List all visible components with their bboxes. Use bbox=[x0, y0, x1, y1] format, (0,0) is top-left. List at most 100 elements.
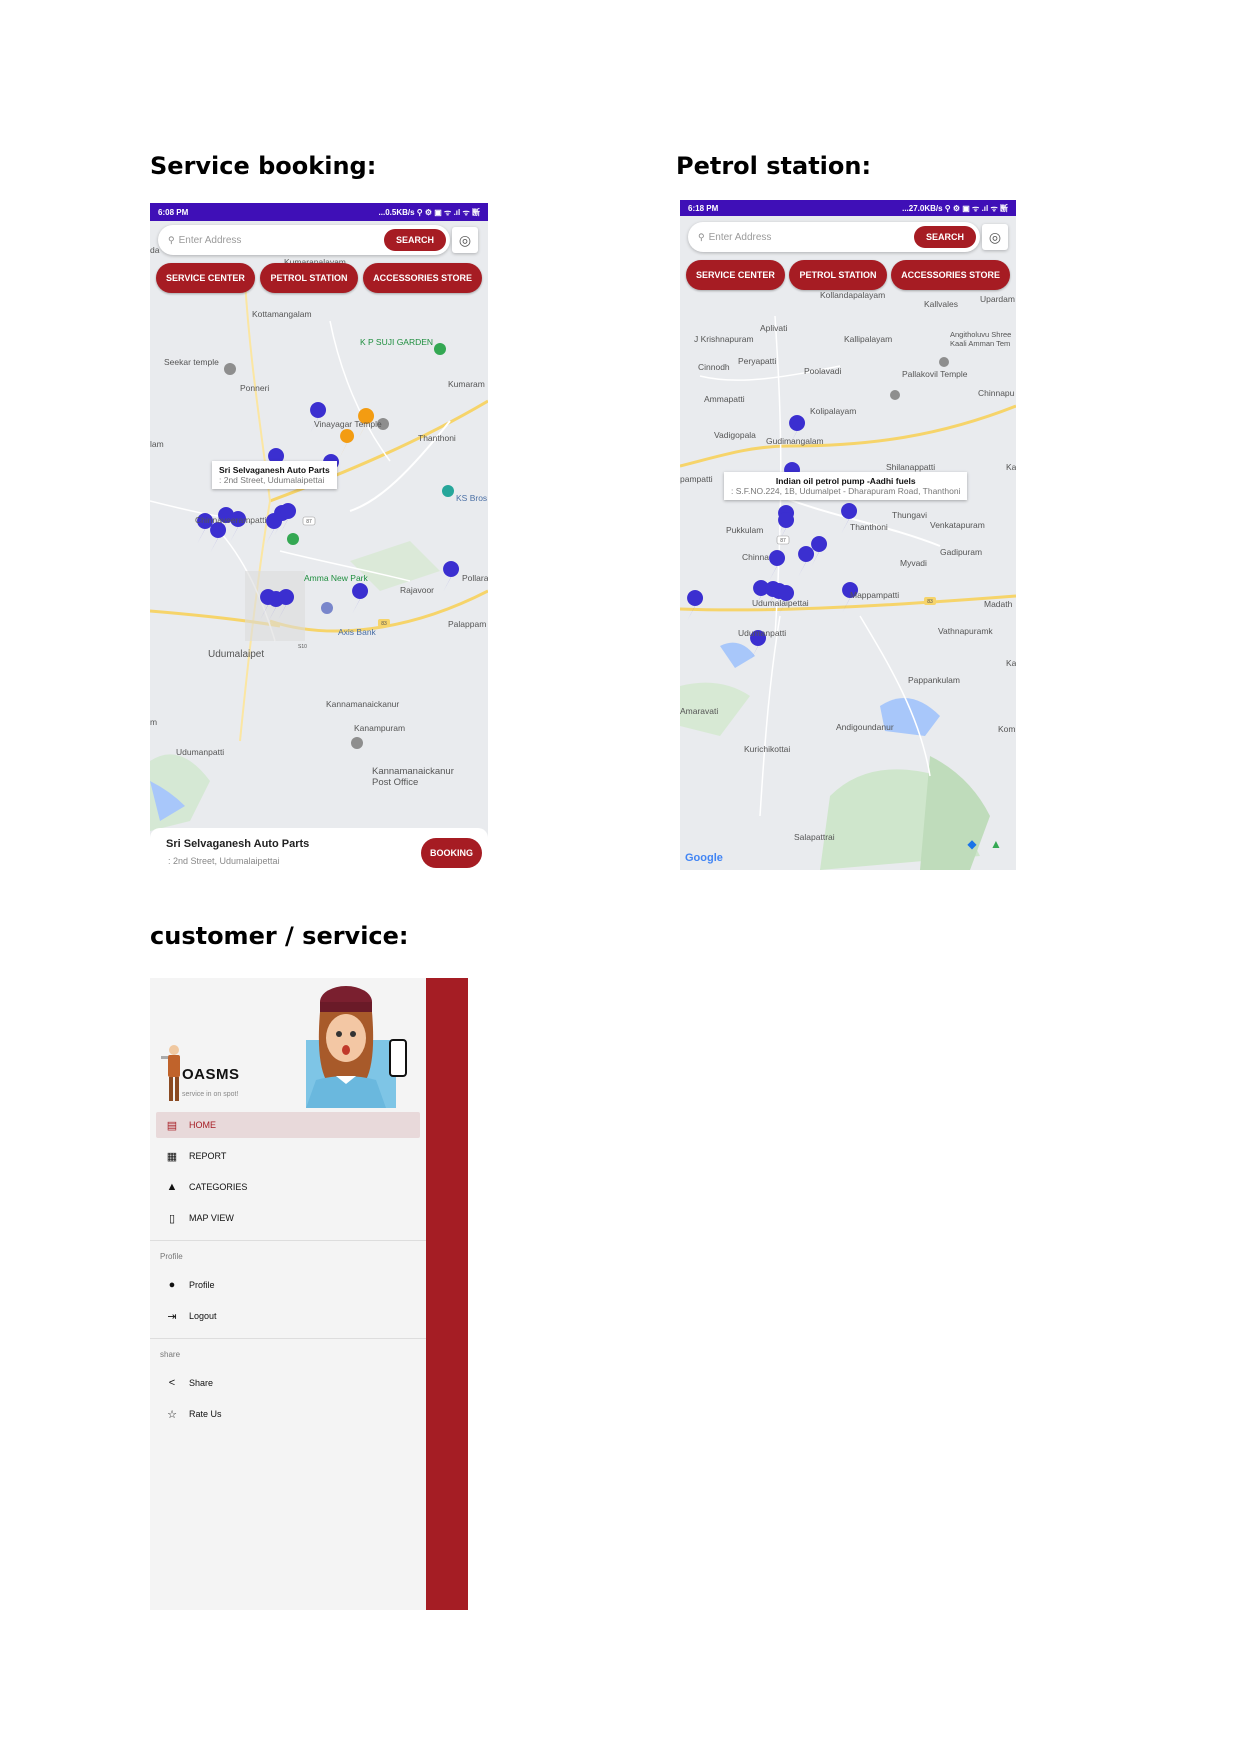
map-label: Thanthoni bbox=[850, 522, 888, 532]
menu-item-profile[interactable]: ● Profile bbox=[156, 1272, 420, 1298]
search-input[interactable]: Enter Address bbox=[709, 232, 914, 243]
map-label: Axis Bank bbox=[338, 627, 376, 637]
map-label: Udumalaipettai bbox=[752, 598, 809, 608]
report-icon: ▦ bbox=[166, 1150, 178, 1163]
map-canvas[interactable]: 87 83 bbox=[680, 216, 1016, 870]
menu-item-rate-us[interactable]: ☆ Rate Us bbox=[156, 1401, 420, 1427]
map-label: Kolipalayam bbox=[810, 406, 857, 416]
map-label: Vathnapuramk bbox=[938, 626, 993, 636]
address-search-bar[interactable]: ⚲ Enter Address SEARCH bbox=[688, 222, 980, 252]
status-icons: ...27.0KB/s ⚲ ⚙ ▣ ᯤ .ıl ᯤ 㫁 bbox=[902, 203, 1008, 213]
menu-item-categories[interactable]: ▲ CATEGORIES bbox=[156, 1174, 420, 1200]
map-label: Peryapatti bbox=[738, 356, 777, 366]
my-location-button[interactable]: ◎ bbox=[982, 224, 1008, 250]
navigation-drawer: OASMS service in on spot! ▤ HOME ▦ REPOR… bbox=[150, 978, 426, 1610]
service-booking-screen: 6:08 PM ...0.5KB/s ⚲ ⚙ ▣ ᯤ .ıl ᯤ 㫁 87 83… bbox=[150, 203, 488, 880]
map-label: Rajavoor bbox=[400, 585, 435, 595]
map-label: Vinayagar Temple bbox=[314, 419, 382, 429]
section-label-profile: Profile bbox=[160, 1252, 183, 1261]
map-label: K P SUJI GARDEN bbox=[360, 337, 434, 347]
service-center-button[interactable]: SERVICE CENTER bbox=[686, 260, 785, 290]
menu-item-label: MAP VIEW bbox=[189, 1213, 234, 1223]
map-label: Andigoundanur bbox=[836, 722, 894, 732]
address-search-bar[interactable]: ⚲ Enter Address SEARCH bbox=[158, 225, 450, 255]
map-label: Kottamangalam bbox=[252, 309, 312, 319]
woman-with-phone-illustration bbox=[306, 986, 407, 1108]
map-label: lam bbox=[150, 439, 164, 449]
heading-service-booking: Service booking: bbox=[150, 152, 377, 180]
map-label: Pappankulam bbox=[908, 675, 960, 685]
info-window-address: : 2nd Street, Udumalaipettai bbox=[219, 475, 325, 485]
map-label: Pukkulam bbox=[726, 525, 764, 535]
map-label: Udumanpatti bbox=[176, 747, 225, 757]
search-icon: ⚲ bbox=[168, 234, 175, 245]
petrol-station-button[interactable]: PETROL STATION bbox=[260, 263, 358, 293]
menu-item-map-view[interactable]: ▯ MAP VIEW bbox=[156, 1205, 420, 1231]
map-label: Pallakovil Temple bbox=[902, 369, 968, 379]
category-buttons: SERVICE CENTER PETROL STATION ACCESSORIE… bbox=[686, 260, 1010, 290]
status-icons: ...0.5KB/s ⚲ ⚙ ▣ ᯤ .ıl ᯤ 㫁 bbox=[378, 207, 480, 217]
status-bar: 6:08 PM ...0.5KB/s ⚲ ⚙ ▣ ᯤ .ıl ᯤ 㫁 bbox=[150, 203, 488, 221]
poi-icon bbox=[321, 602, 333, 614]
person-icon: ● bbox=[168, 1279, 176, 1291]
road-shield-label: 83 bbox=[381, 621, 387, 627]
google-maps-icon[interactable]: ▲ bbox=[988, 836, 1004, 852]
accessories-store-button[interactable]: ACCESSORIES STORE bbox=[891, 260, 1010, 290]
menu-item-label: Profile bbox=[189, 1280, 215, 1290]
menu-item-home[interactable]: ▤ HOME bbox=[156, 1112, 420, 1138]
poi-icon bbox=[939, 357, 949, 367]
menu-item-report[interactable]: ▦ REPORT bbox=[156, 1143, 420, 1169]
poi-icon bbox=[890, 390, 900, 400]
map-label: Kumaram bbox=[448, 379, 485, 389]
accessories-store-button[interactable]: ACCESSORIES STORE bbox=[363, 263, 482, 293]
road-shield-label: 83 bbox=[927, 599, 933, 605]
road-shield-label: S10 bbox=[298, 644, 307, 650]
map-label: Thungavi bbox=[892, 510, 927, 520]
menu-item-logout[interactable]: ⇥ Logout bbox=[156, 1303, 420, 1329]
map-label: Seekar temple bbox=[164, 357, 219, 367]
map-label: Palappam bbox=[448, 619, 487, 629]
directions-icon[interactable]: ◆ bbox=[964, 836, 980, 852]
my-location-button[interactable]: ◎ bbox=[452, 227, 478, 253]
map-label: Chinnapu bbox=[978, 388, 1015, 398]
star-icon: ☆ bbox=[167, 1408, 177, 1421]
map-label: Ka bbox=[1006, 462, 1016, 472]
petrol-station-button[interactable]: PETROL STATION bbox=[789, 260, 887, 290]
map-label: Gadipuram bbox=[940, 547, 983, 557]
map-label: Kollandapalayam bbox=[820, 290, 886, 300]
status-time: 6:18 PM bbox=[688, 203, 719, 213]
marker-info-window[interactable]: Sri Selvaganesh Auto Parts : 2nd Street,… bbox=[212, 461, 337, 489]
map-label: Pollara bbox=[462, 573, 488, 583]
search-button[interactable]: SEARCH bbox=[913, 226, 976, 248]
poi-icon bbox=[351, 737, 363, 749]
info-window-title: Sri Selvaganesh Auto Parts bbox=[219, 465, 330, 475]
booking-button[interactable]: BOOKING bbox=[420, 838, 482, 868]
status-time: 6:08 PM bbox=[158, 207, 189, 217]
search-button[interactable]: SEARCH bbox=[383, 229, 446, 251]
map-label: Aplivati bbox=[760, 323, 788, 333]
status-bar: 6:18 PM ...27.0KB/s ⚲ ⚙ ▣ ᯤ .ıl ᯤ 㫁 bbox=[680, 200, 1016, 216]
service-center-button[interactable]: SERVICE CENTER bbox=[156, 263, 255, 293]
heading-customer-service: customer / service: bbox=[150, 922, 409, 950]
map-label: Mappampatti bbox=[850, 590, 900, 600]
menu-item-label: HOME bbox=[189, 1120, 216, 1130]
section-label-share: share bbox=[160, 1350, 181, 1359]
poi-icon bbox=[442, 485, 454, 497]
map-label: Salapattrai bbox=[794, 832, 835, 842]
map-view[interactable]: 87 83 bbox=[680, 216, 1016, 870]
marker-info-window[interactable]: Indian oil petrol pump -Aadhi fuels : S.… bbox=[724, 472, 968, 500]
google-logo: Google bbox=[685, 852, 723, 864]
share-icon: < bbox=[168, 1377, 176, 1389]
info-window-address: : S.F.NO.224, 1B, Udumalpet - Dharapuram… bbox=[731, 486, 961, 496]
menu-item-label: Share bbox=[189, 1378, 214, 1388]
map-label: Cinnodh bbox=[698, 362, 730, 372]
menu-item-label: REPORT bbox=[189, 1151, 227, 1161]
map-label: Poolavadi bbox=[804, 366, 842, 376]
map-label: Udumanpatti bbox=[738, 628, 787, 638]
map-label: Ammapatti bbox=[704, 394, 745, 404]
menu-item-share[interactable]: < Share bbox=[156, 1370, 420, 1396]
search-input[interactable]: Enter Address bbox=[179, 235, 384, 246]
categories-icon: ▲ bbox=[166, 1181, 178, 1193]
map-label: Ponneri bbox=[240, 383, 270, 393]
home-icon: ▤ bbox=[166, 1119, 178, 1132]
